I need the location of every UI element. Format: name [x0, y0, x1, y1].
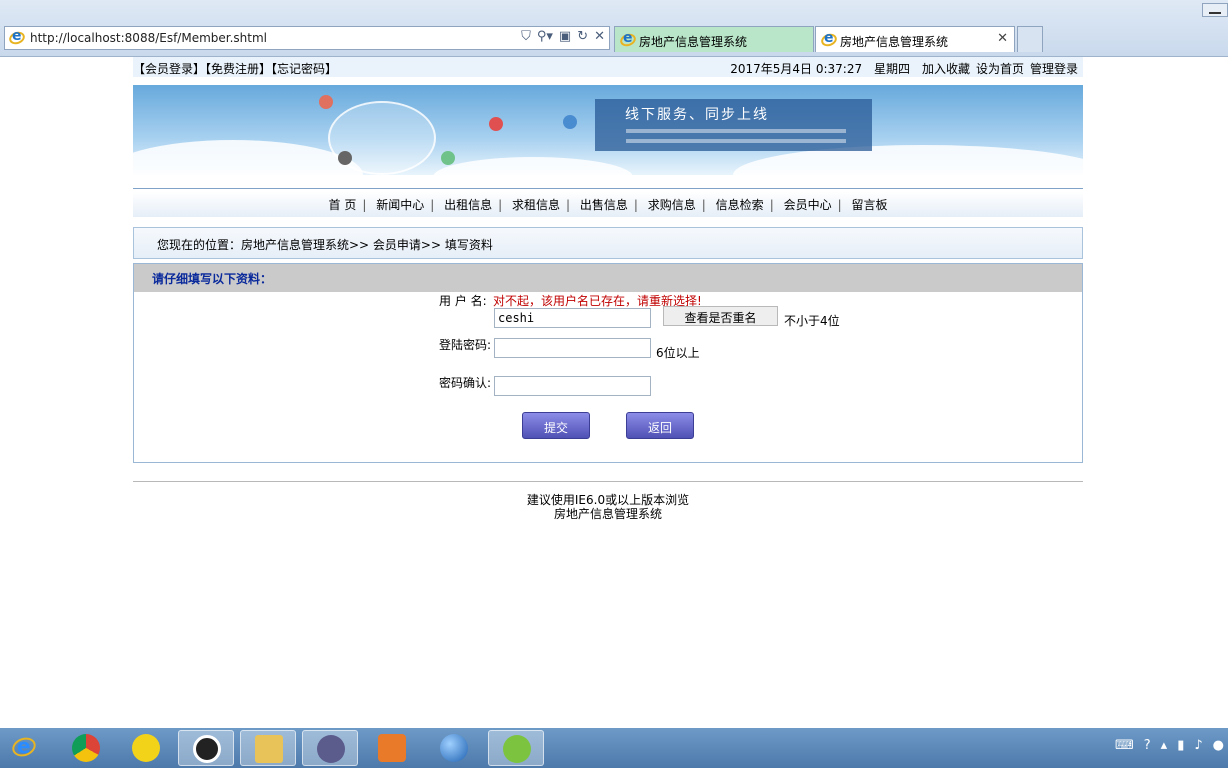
sphere-icon — [440, 734, 468, 762]
nav-item-news[interactable]: 新闻中心 — [370, 196, 430, 213]
banner-subtext — [626, 129, 846, 133]
browser-tab-active[interactable]: e 房地产信息管理系统 ✕ — [815, 26, 1015, 52]
admin-login-link[interactable]: 管理登录 — [1030, 60, 1078, 77]
footer-browser-note: 建议使用IE6.0或以上版本浏览 — [526, 493, 690, 507]
form-heading: 请仔细填写以下资料： — [152, 272, 273, 286]
back-button[interactable]: 返回 — [626, 412, 694, 439]
ie-icon: e — [7, 28, 27, 47]
system-tray: ⌨ ? ▴ ▮ ♪ ● — [1115, 738, 1224, 753]
eclipse-icon — [317, 735, 345, 763]
help-icon[interactable]: ? — [1144, 738, 1151, 753]
green-app-icon — [503, 735, 531, 763]
banner-node — [489, 117, 503, 131]
nav-item-home[interactable]: 首 页 — [323, 196, 363, 213]
start-button[interactable]: e — [0, 730, 56, 766]
qq-tray-icon[interactable]: ● — [1213, 738, 1224, 753]
submit-button[interactable]: 提交 — [522, 412, 590, 439]
current-weekday: 星期四 — [873, 62, 910, 76]
breadcrumb-text: 您现在的位置：房地产信息管理系统>> 会员申请>> 填写资料 — [157, 238, 493, 252]
taskbar-green-app[interactable] — [488, 730, 544, 766]
current-datetime: 2017年5月4日 0:37:27 — [730, 62, 863, 76]
taskbar: e ⌨ ? ▴ ▮ ♪ ● — [0, 728, 1228, 768]
footer-divider — [133, 481, 1083, 482]
confirm-password-label: 密码确认: — [439, 376, 492, 390]
tab-label: 房地产信息管理系统 — [840, 35, 949, 49]
add-favorite-link[interactable]: 加入收藏 — [922, 60, 970, 77]
banner-node — [563, 115, 577, 129]
username-label: 用 户 名: — [439, 294, 487, 308]
ie-icon: e — [618, 30, 638, 49]
banner-slogan: 线下服务、同步上线 — [625, 107, 769, 123]
volume-icon[interactable]: ♪ — [1194, 738, 1202, 753]
nav-item-sale[interactable]: 出售信息 — [574, 196, 634, 213]
browser-chrome: e http://localhost:8088/Esf/Member.shtml… — [0, 0, 1228, 57]
form-header: 请仔细填写以下资料： — [134, 264, 1082, 292]
taskbar-music[interactable] — [118, 730, 174, 766]
stop-icon[interactable]: ✕ — [594, 29, 605, 44]
password-label: 登陆密码: — [439, 338, 492, 352]
banner-node — [441, 151, 455, 165]
banner-cloud — [433, 157, 633, 175]
check-duplicate-button[interactable]: 查看是否重名 — [663, 306, 778, 326]
nav-item-member-center[interactable]: 会员中心 — [778, 196, 838, 213]
qq-icon — [193, 735, 221, 763]
ie-icon: e — [819, 30, 839, 49]
taskbar-qq[interactable] — [178, 730, 234, 766]
compat-view-icon[interactable]: ▣ — [559, 29, 571, 44]
taskbar-eclipse[interactable] — [302, 730, 358, 766]
username-input[interactable] — [494, 308, 651, 328]
address-bar[interactable]: e http://localhost:8088/Esf/Member.shtml… — [4, 26, 610, 50]
url-text[interactable]: http://localhost:8088/Esf/Member.shtml — [30, 31, 267, 45]
tray-expand-icon[interactable]: ▴ — [1161, 738, 1168, 753]
close-tab-icon[interactable]: ✕ — [997, 31, 1008, 46]
username-hint: 不小于4位 — [784, 314, 840, 328]
network-icon[interactable]: ▮ — [1177, 738, 1184, 753]
music-icon — [132, 734, 160, 762]
shield-icon[interactable]: ⛉ — [521, 29, 531, 44]
refresh-icon[interactable]: ↻ — [577, 29, 588, 44]
browser-tab[interactable]: e 房地产信息管理系统 — [614, 26, 814, 52]
nav-item-rent-wanted[interactable]: 求租信息 — [506, 196, 566, 213]
header-banner: 线下服务、同步上线 — [133, 85, 1083, 175]
search-icon[interactable]: ⚲▾ — [537, 29, 553, 44]
footer-site-name: 房地产信息管理系统 — [553, 507, 662, 521]
ie-icon: e — [9, 734, 39, 760]
file-explorer-icon — [255, 735, 283, 763]
banner-node — [338, 151, 352, 165]
taskbar-chrome[interactable] — [58, 730, 114, 766]
nav-item-search[interactable]: 信息检索 — [710, 196, 770, 213]
nav-item-buy-wanted[interactable]: 求购信息 — [642, 196, 702, 213]
account-links[interactable]: 【会员登录】【免费注册】【忘记密码】 — [133, 60, 337, 77]
confirm-password-input[interactable] — [494, 376, 651, 396]
password-input[interactable] — [494, 338, 651, 358]
breadcrumb: 您现在的位置：房地产信息管理系统>> 会员申请>> 填写资料 — [133, 227, 1083, 259]
tab-label: 房地产信息管理系统 — [639, 35, 748, 49]
chrome-icon — [72, 734, 100, 762]
taskbar-file-explorer[interactable] — [240, 730, 296, 766]
banner-node — [319, 95, 333, 109]
top-bar: 【会员登录】【免费注册】【忘记密码】 2017年5月4日 0:37:27 星期四… — [133, 57, 1083, 77]
taskbar-sphere-app[interactable] — [426, 730, 482, 766]
new-tab-button[interactable] — [1017, 26, 1043, 52]
main-nav: 首 页 | 新闻中心 | 出租信息 | 求租信息 | 出售信息 | 求购信息 | 信息检索 |… — [133, 188, 1083, 217]
media-player-icon — [378, 734, 406, 762]
keyboard-icon[interactable]: ⌨ — [1115, 738, 1134, 753]
nav-item-rent-out[interactable]: 出租信息 — [438, 196, 498, 213]
password-hint: 6位以上 — [656, 346, 700, 360]
page-footer: 建议使用IE6.0或以上版本浏览 房地产信息管理系统 — [133, 493, 1083, 521]
window-minimize-button[interactable] — [1202, 3, 1228, 17]
registration-form: 请仔细填写以下资料： 用 户 名: 对不起，该用户名已存在，请重新选择! 查看是… — [133, 263, 1083, 463]
nav-item-guestbook[interactable]: 留言板 — [845, 196, 893, 213]
set-homepage-link[interactable]: 设为首页 — [976, 60, 1024, 77]
banner-subtext — [626, 139, 846, 143]
taskbar-media-player[interactable] — [364, 730, 420, 766]
